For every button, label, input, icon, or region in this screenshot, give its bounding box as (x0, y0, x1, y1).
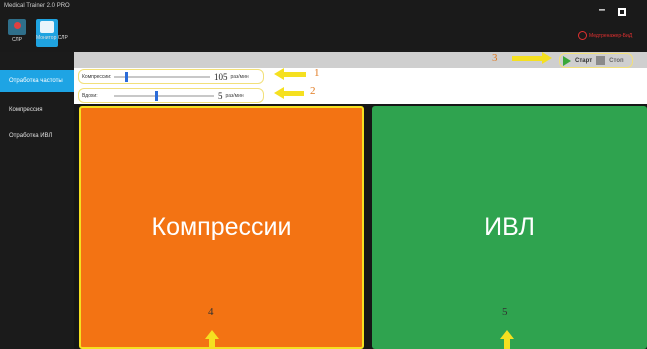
maximize-button[interactable] (618, 8, 626, 16)
play-icon[interactable] (563, 55, 571, 66)
callout-arrow-4 (205, 330, 219, 339)
compression-rate-value: 105 (214, 71, 228, 82)
breath-rate-control: Вдохи: 5 раз/мин (78, 88, 264, 103)
compression-rate-control: Компрессии: 105 раз/мин (78, 69, 264, 84)
breath-rate-slider[interactable] (114, 90, 214, 101)
callout-arrow-1 (274, 68, 284, 80)
callout-number-4: 4 (208, 306, 214, 318)
title-bar: Medical Trainer 2.0 PRO – СЛР Монитор СЛ… (0, 0, 647, 52)
callout-arrow-2 (274, 87, 284, 99)
start-stop-group: Старт Стоп (559, 53, 633, 68)
heart-monitor-icon (8, 19, 26, 35)
start-button[interactable]: Старт (575, 58, 592, 64)
controls-bar: Компрессии: 105 раз/мин Вдохи: 5 раз/мин (74, 68, 647, 104)
callout-arrow-3 (542, 52, 552, 64)
compression-rate-label: Компрессии: (82, 73, 112, 80)
ventilation-panel[interactable]: ИВЛ (372, 106, 647, 349)
main-content: Старт Стоп Компрессии: 105 раз/мин Вдохи… (74, 52, 647, 349)
compressions-panel-title: Компрессии (151, 213, 292, 241)
breath-rate-label: Вдохи: (82, 92, 98, 99)
brand-logo: Медтренажер-БиД (578, 31, 632, 40)
compression-rate-unit: раз/мин (230, 73, 249, 80)
compression-rate-slider[interactable] (114, 71, 210, 82)
stop-button[interactable]: Стоп (609, 58, 623, 64)
app-monitor-button[interactable]: Монитор СЛР (36, 19, 68, 47)
app-monitor-label: Монитор СЛР (36, 35, 68, 41)
app-cpr-button[interactable]: СЛР (6, 19, 28, 47)
breath-rate-thumb[interactable] (155, 90, 158, 101)
callout-arrow-2-shaft (284, 91, 304, 96)
callout-number-1: 1 (314, 67, 320, 79)
monitor-icon (40, 21, 54, 33)
brand-logo-icon (578, 31, 587, 40)
sidebar-item-ventilation[interactable]: Отработка ИВЛ (0, 125, 74, 147)
breath-rate-unit: раз/мин (225, 92, 244, 99)
callout-arrow-5-shaft (504, 339, 510, 349)
compressions-panel[interactable]: Компрессии (79, 106, 364, 349)
callout-number-3: 3 (492, 52, 498, 64)
window-title: Medical Trainer 2.0 PRO (4, 3, 70, 9)
sidebar: Отработка частоты Компрессия Отработка И… (0, 52, 74, 349)
callout-arrow-3-shaft (512, 56, 542, 61)
compression-rate-thumb[interactable] (125, 71, 128, 82)
app-cpr-label: СЛР (11, 37, 23, 43)
brand-name: Медтренажер-БиД (589, 32, 633, 39)
callout-arrow-5 (500, 330, 514, 339)
ventilation-panel-title: ИВЛ (484, 213, 535, 241)
minimize-button[interactable]: – (596, 3, 608, 16)
breath-rate-value: 5 (218, 90, 223, 101)
app-window: Medical Trainer 2.0 PRO – СЛР Монитор СЛ… (0, 0, 647, 349)
callout-arrow-4-shaft (209, 339, 215, 349)
sidebar-item-compression[interactable]: Компрессия (0, 99, 74, 121)
callout-number-5: 5 (502, 306, 508, 318)
sidebar-item-rate-practice[interactable]: Отработка частоты (0, 70, 74, 92)
stop-icon[interactable] (596, 56, 606, 65)
callout-number-2: 2 (310, 85, 316, 97)
callout-arrow-1-shaft (284, 72, 306, 77)
